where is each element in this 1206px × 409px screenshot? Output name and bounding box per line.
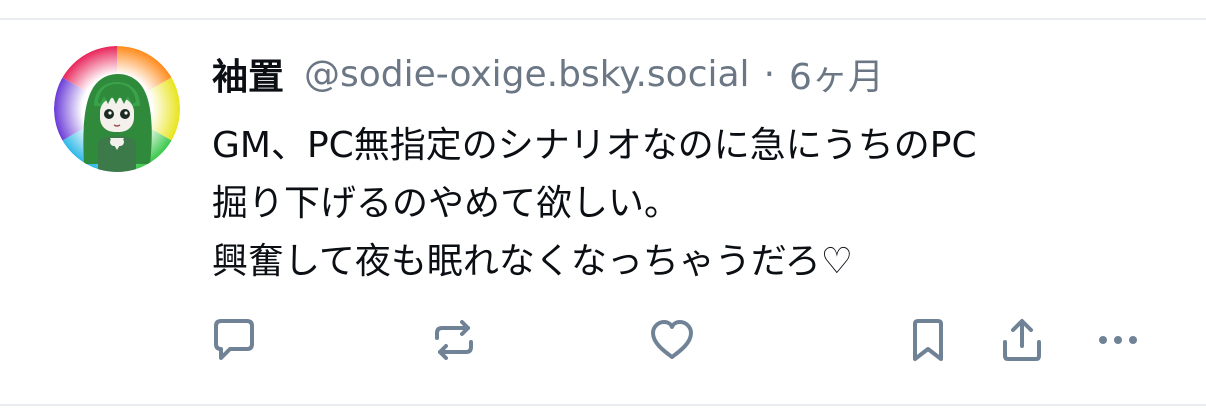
avatar-image <box>54 46 180 172</box>
reply-icon <box>214 319 254 360</box>
like-button[interactable] <box>648 316 696 364</box>
post-text-line: 興奮して夜も眠れなくなっちゃうだろ♡ <box>212 241 854 282</box>
post-text-line: GM、PC無指定のシナリオなのに急にうちのPC <box>212 125 977 166</box>
bookmark-button[interactable] <box>904 316 952 364</box>
avatar[interactable] <box>54 46 180 172</box>
post-header: 袖置 @sodie-oxige.bsky.social · 6ヶ月 <box>212 46 884 102</box>
top-divider <box>0 18 1206 20</box>
more-icon <box>1099 336 1137 344</box>
share-icon <box>1003 319 1041 361</box>
bookmark-icon <box>913 319 943 361</box>
bottom-divider <box>0 404 1206 406</box>
more-button[interactable] <box>1094 316 1142 364</box>
post-text: GM、PC無指定のシナリオなのに急にうちのPC 掘り下げるのやめて欲しい。 興奮… <box>212 117 1172 291</box>
header-separator: · <box>763 53 776 95</box>
author-display-name[interactable]: 袖置 <box>212 48 284 100</box>
reply-button[interactable] <box>210 316 258 364</box>
author-handle[interactable]: @sodie-oxige.bsky.social <box>304 54 750 95</box>
repost-icon <box>435 320 473 360</box>
post-timestamp[interactable]: 6ヶ月 <box>789 48 884 100</box>
heart-icon <box>651 320 693 359</box>
share-button[interactable] <box>998 316 1046 364</box>
repost-button[interactable] <box>430 316 478 364</box>
post-text-line: 掘り下げるのやめて欲しい。 <box>212 183 681 224</box>
